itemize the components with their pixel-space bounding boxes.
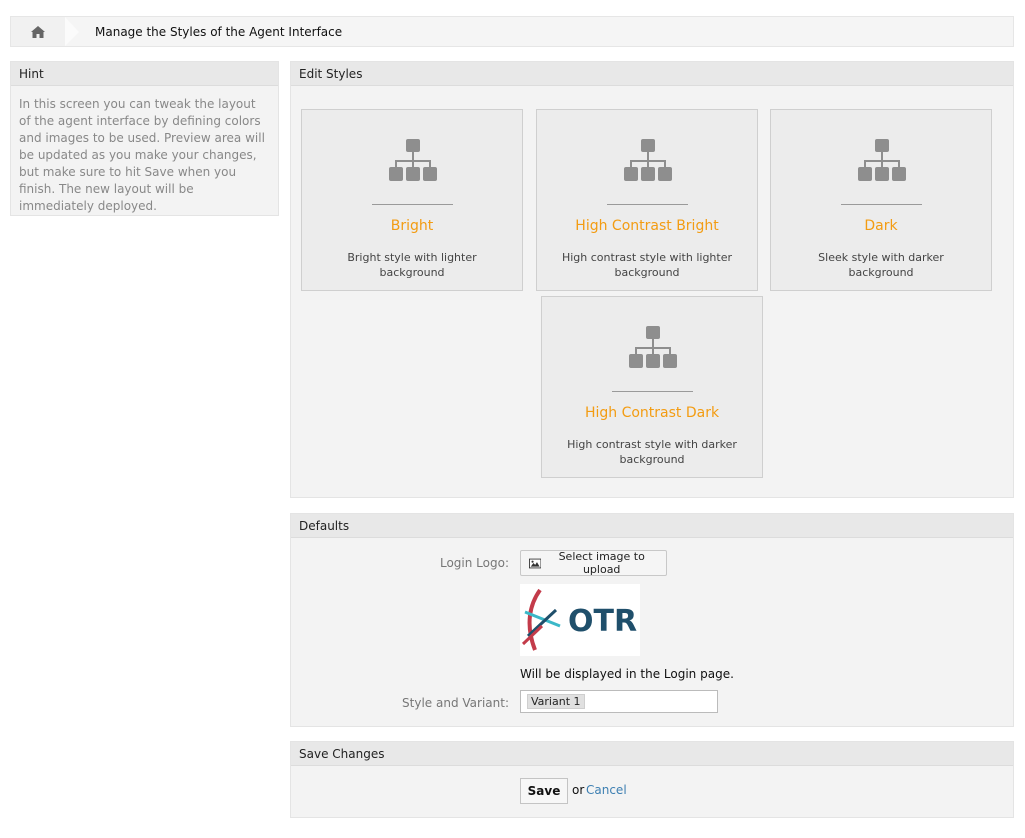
style-description: Sleek style with darker background <box>818 251 944 279</box>
login-logo-label: Login Logo: <box>439 556 509 570</box>
logo-text: OTR <box>568 604 637 639</box>
style-description: High contrast style with darker backgrou… <box>567 438 737 466</box>
style-description: Bright style with lighter background <box>347 251 477 279</box>
cancel-link[interactable]: Cancel <box>586 783 627 797</box>
hint-header: Hint <box>11 62 278 86</box>
variant-tag[interactable]: Variant 1 <box>527 694 585 709</box>
image-icon <box>529 558 542 568</box>
select-image-button[interactable]: Select image to upload <box>520 550 667 576</box>
sitemap-icon <box>858 139 906 181</box>
style-card-bright[interactable]: Bright Bright style with lighter backgro… <box>301 109 523 291</box>
style-card-high-contrast-dark[interactable]: High Contrast Dark High contrast style w… <box>541 296 763 478</box>
edit-styles-header: Edit Styles <box>291 62 1013 86</box>
style-variant-label: Style and Variant: <box>402 696 509 710</box>
sitemap-icon <box>629 326 677 368</box>
style-card-dark[interactable]: Dark Sleek style with darker background <box>770 109 992 291</box>
select-image-label: Select image to upload <box>558 550 645 576</box>
save-changes-header: Save Changes <box>291 742 1013 766</box>
breadcrumb: Manage the Styles of the Agent Interface <box>10 16 1014 47</box>
style-name: High Contrast Bright <box>575 218 719 234</box>
logo-note: Will be displayed in the Login page. <box>520 667 734 681</box>
defaults-panel: Defaults Login Logo: Select image to upl… <box>290 513 1014 727</box>
style-card-high-contrast-bright[interactable]: High Contrast Bright High contrast style… <box>536 109 758 291</box>
style-variant-select[interactable]: Variant 1 <box>520 690 718 713</box>
hint-text: In this screen you can tweak the layout … <box>19 97 265 213</box>
card-divider <box>607 204 688 205</box>
card-divider <box>612 391 693 392</box>
sitemap-icon <box>624 139 672 181</box>
style-name: Dark <box>864 218 898 234</box>
sitemap-icon <box>389 139 437 181</box>
or-text: or <box>572 783 585 797</box>
defaults-header: Defaults <box>291 514 1013 538</box>
style-name: Bright <box>390 218 434 234</box>
hint-panel: Hint In this screen you can tweak the la… <box>10 61 279 216</box>
save-changes-panel: Save Changes Save or Cancel <box>290 741 1014 818</box>
breadcrumb-home[interactable] <box>11 17 79 46</box>
home-icon <box>31 25 45 38</box>
login-logo-preview: OTR <box>520 584 640 656</box>
card-divider <box>841 204 922 205</box>
save-button[interactable]: Save <box>520 778 568 804</box>
style-description: High contrast style with lighter backgro… <box>561 251 733 279</box>
style-name: High Contrast Dark <box>584 405 720 421</box>
card-divider <box>372 204 453 205</box>
edit-styles-panel: Edit Styles Bright Bright style with lig… <box>290 61 1014 498</box>
page-title: Manage the Styles of the Agent Interface <box>95 24 343 39</box>
